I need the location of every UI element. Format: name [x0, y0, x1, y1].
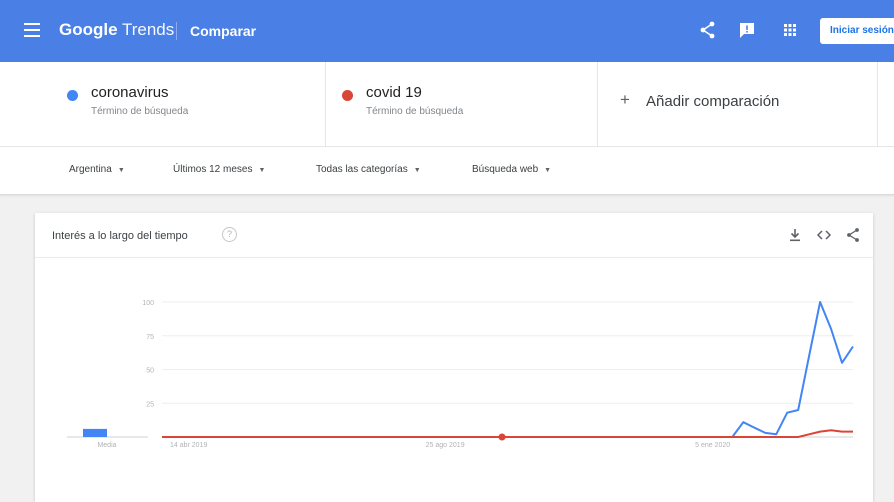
- term-name: coronavirus: [91, 84, 169, 101]
- average-label: Media: [97, 442, 116, 449]
- region-filter-dropdown[interactable]: Argentina ▼: [69, 164, 125, 175]
- search-type-filter-dropdown[interactable]: Búsqueda web ▼: [472, 164, 551, 175]
- x-tick-label: 25 ago 2019: [426, 442, 465, 449]
- term-card-covid19[interactable]: covid 19 Término de búsqueda: [326, 62, 598, 147]
- category-filter-dropdown[interactable]: Todas las categorías ▼: [316, 164, 421, 175]
- top-app-bar: Google Trends Comparar Iniciar sesión: [0, 0, 894, 62]
- plus-icon: +: [620, 90, 630, 109]
- interest-over-time-card: Interés a lo largo del tiempo ? 100 75 50 2…: [35, 213, 873, 502]
- term-card-coronavirus[interactable]: coronavirus Término de búsqueda: [51, 62, 326, 147]
- add-comparison-label: Añadir comparación: [646, 93, 780, 110]
- share-icon[interactable]: [845, 227, 861, 243]
- share-icon[interactable]: [698, 20, 718, 40]
- filters-bar: Argentina ▼ Últimos 12 meses ▼ Todas las c…: [0, 147, 894, 195]
- period-filter-dropdown[interactable]: Últimos 12 meses ▼: [173, 164, 265, 175]
- x-tick-label: 5 ene 2020: [695, 442, 730, 449]
- chevron-down-icon: ▼: [258, 167, 266, 174]
- help-icon[interactable]: ?: [222, 227, 237, 242]
- y-tick-label: 75: [146, 334, 154, 341]
- chevron-down-icon: ▼: [117, 167, 125, 174]
- y-tick-label: 100: [142, 300, 154, 307]
- add-comparison-button[interactable]: + Añadir comparación: [598, 62, 878, 147]
- embed-code-icon[interactable]: [816, 227, 832, 243]
- page-title: Comparar: [190, 23, 257, 39]
- term-type: Término de búsqueda: [91, 106, 189, 117]
- card-header: Interés a lo largo del tiempo ?: [35, 213, 873, 258]
- term-color-dot: [67, 90, 78, 101]
- google-trends-logo[interactable]: Google Trends: [59, 20, 174, 40]
- y-tick-label: 50: [146, 368, 154, 375]
- term-type: Término de búsqueda: [366, 106, 464, 117]
- header-divider: [176, 22, 177, 40]
- sign-in-button[interactable]: Iniciar sesión: [820, 18, 894, 44]
- term-color-dot: [342, 90, 353, 101]
- term-name: covid 19: [366, 84, 422, 101]
- chevron-down-icon: ▼: [544, 167, 552, 174]
- apps-grid-icon[interactable]: [780, 20, 800, 40]
- average-bar-0: [83, 428, 107, 437]
- interest-line-chart: 100 75 50 25 14 abr 2019 25 ago 2019 5 ene 202…: [67, 300, 854, 449]
- feedback-icon[interactable]: [737, 20, 757, 40]
- comparison-terms-bar: coronavirus Término de búsqueda covid 19…: [0, 62, 894, 147]
- x-tick-label: 14 abr 2019: [170, 442, 207, 449]
- y-tick-label: 25: [146, 401, 154, 408]
- annotation-marker: [498, 433, 506, 441]
- chevron-down-icon: ▼: [413, 167, 421, 174]
- menu-icon[interactable]: [24, 23, 40, 37]
- series-line-1: [162, 429, 853, 438]
- card-title: Interés a lo largo del tiempo: [52, 230, 188, 242]
- download-icon[interactable]: [787, 227, 803, 243]
